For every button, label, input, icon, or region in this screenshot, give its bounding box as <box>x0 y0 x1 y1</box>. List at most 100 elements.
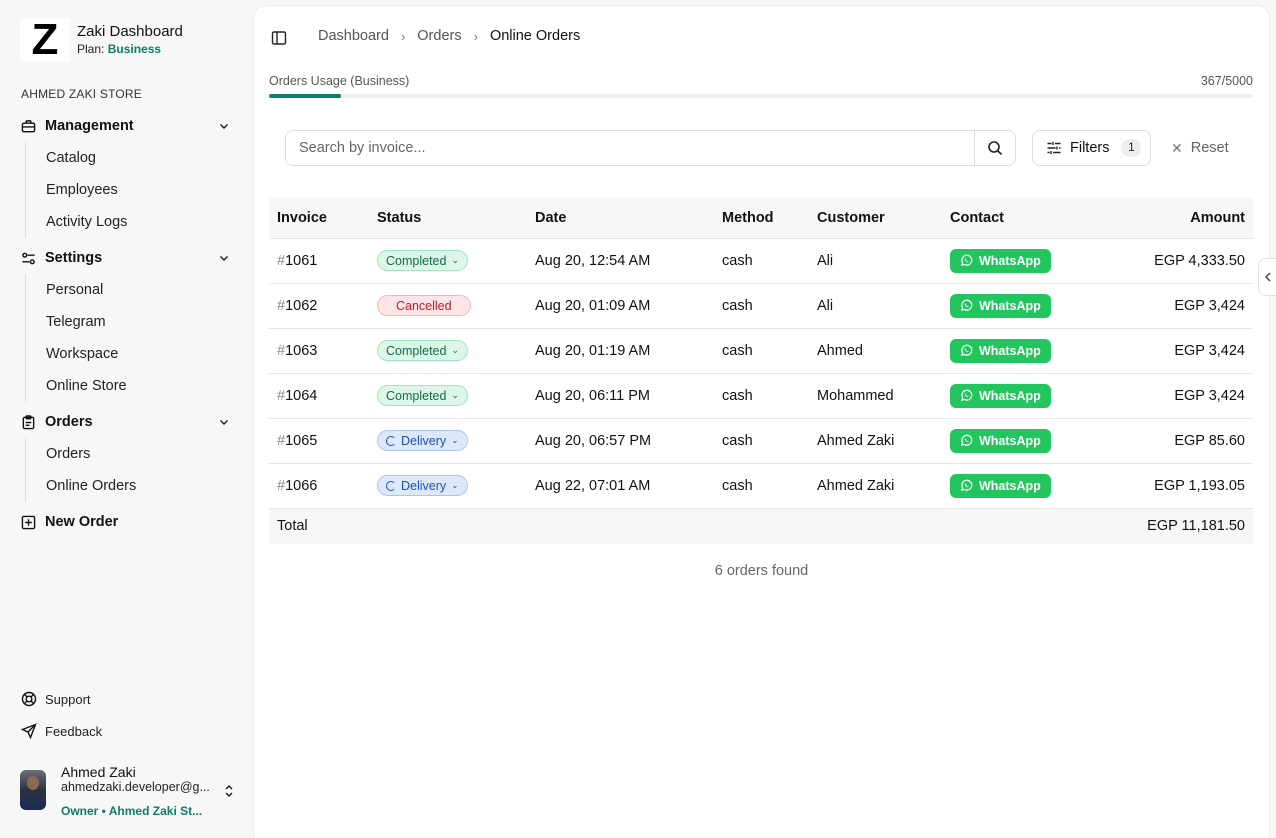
whatsapp-button[interactable]: WhatsApp <box>950 338 1051 363</box>
nav-group-settings: Settings Personal Telegram Workspace Onl… <box>20 246 234 402</box>
user-name: Ahmed Zaki <box>61 764 136 780</box>
invoice-cell[interactable]: #1061 <box>269 238 369 284</box>
chevron-down-icon <box>219 255 229 262</box>
customer-cell: Ali <box>809 238 942 284</box>
table-row[interactable]: #1061 Completed ⌄ Aug 20, 12:54 AM cash A… <box>269 238 1253 284</box>
contact-cell: WhatsApp <box>942 463 1072 509</box>
whatsapp-button[interactable]: WhatsApp <box>950 428 1051 453</box>
brand-switcher[interactable]: Z Zaki Dashboard Plan: Business <box>20 18 183 62</box>
contact-cell: WhatsApp <box>942 283 1072 329</box>
sidebar-item-online-store[interactable]: Online Store <box>46 370 234 402</box>
date-cell: Aug 20, 01:19 AM <box>527 328 714 374</box>
whatsapp-button[interactable]: WhatsApp <box>950 473 1051 498</box>
status-badge[interactable]: Completed ⌄ <box>377 385 468 406</box>
sidebar-item-activity-logs[interactable]: Activity Logs <box>46 206 234 238</box>
invoice-cell[interactable]: #1064 <box>269 373 369 419</box>
sidebar: Z Zaki Dashboard Plan: Business AHMED ZA… <box>0 0 252 838</box>
col-invoice[interactable]: Invoice <box>269 198 369 239</box>
sidebar-item-telegram[interactable]: Telegram <box>46 306 234 338</box>
sidebar-item-catalog[interactable]: Catalog <box>46 142 234 174</box>
col-customer[interactable]: Customer <box>809 198 942 239</box>
reset-button[interactable]: ✕ Reset <box>1171 130 1229 166</box>
whatsapp-label: WhatsApp <box>979 298 1041 313</box>
status-text: Completed <box>386 253 447 268</box>
user-menu[interactable]: Ahmed Zaki ahmedzaki.developer@g... Owne… <box>20 764 240 820</box>
status-badge[interactable]: Delivery ⌄ <box>377 430 468 451</box>
usage-count: 367/5000 <box>1200 74 1253 88</box>
chevron-down-icon: ⌄ <box>451 390 459 400</box>
clipboard-icon <box>20 414 36 430</box>
status-cell: Cancelled <box>369 283 527 329</box>
nav-label-management: Management <box>45 118 134 134</box>
date-cell: Aug 20, 06:57 PM <box>527 418 714 464</box>
table-row[interactable]: #1064 Completed ⌄ Aug 20, 06:11 PM cash M… <box>269 373 1253 419</box>
col-amount[interactable]: Amount <box>1072 198 1253 239</box>
invoice-number: 1062 <box>285 297 318 314</box>
new-order-label: New Order <box>45 514 119 530</box>
search-button[interactable] <box>974 131 1015 165</box>
invoice-cell[interactable]: #1062 <box>269 283 369 329</box>
briefcase-icon <box>20 118 36 134</box>
whatsapp-button[interactable]: WhatsApp <box>950 293 1051 318</box>
status-badge[interactable]: Delivery ⌄ <box>377 475 468 496</box>
sidebar-item-employees[interactable]: Employees <box>46 174 234 206</box>
chevron-down-icon <box>219 419 229 426</box>
col-method[interactable]: Method <box>714 198 809 239</box>
nav-head-orders[interactable]: Orders <box>20 410 234 434</box>
invoice-number: 1064 <box>285 387 318 404</box>
chevrons-up-down-icon <box>225 784 233 798</box>
table-row[interactable]: #1065 Delivery ⌄ Aug 20, 06:57 PM cash Ah… <box>269 418 1253 464</box>
support-link[interactable]: Support <box>21 691 91 707</box>
whatsapp-label: WhatsApp <box>979 478 1041 493</box>
status-badge[interactable]: Completed ⌄ <box>377 340 468 361</box>
whatsapp-button[interactable]: WhatsApp <box>950 383 1051 408</box>
collapse-panel-handle[interactable] <box>1258 258 1276 296</box>
invoice-cell[interactable]: #1065 <box>269 418 369 464</box>
table-header-row: Invoice Status Date Method Customer Cont… <box>269 198 1253 239</box>
whatsapp-icon <box>960 479 973 492</box>
filters-button[interactable]: Filters 1 <box>1032 130 1151 166</box>
sidebar-toggle-icon[interactable] <box>271 30 287 46</box>
status-cell: Delivery ⌄ <box>369 463 527 509</box>
table-row[interactable]: #1062 Cancelled Aug 20, 01:09 AM cash Al… <box>269 283 1253 329</box>
nav-head-management[interactable]: Management <box>20 114 234 138</box>
invoice-cell[interactable]: #1063 <box>269 328 369 374</box>
sidebar-item-orders[interactable]: Orders <box>46 438 234 470</box>
invoice-cell[interactable]: #1066 <box>269 463 369 509</box>
nav-new-order[interactable]: New Order <box>20 510 234 534</box>
date-cell: Aug 20, 01:09 AM <box>527 283 714 329</box>
nav-label-settings: Settings <box>45 250 103 266</box>
status-badge[interactable]: Completed ⌄ <box>377 250 468 271</box>
customer-cell: Ali <box>809 283 942 329</box>
whatsapp-button[interactable]: WhatsApp <box>950 248 1051 273</box>
search-input[interactable] <box>286 131 974 165</box>
table-row[interactable]: #1066 Delivery ⌄ Aug 22, 07:01 AM cash Ah… <box>269 463 1253 509</box>
lifebuoy-icon <box>21 691 37 707</box>
status-cell: Delivery ⌄ <box>369 418 527 464</box>
col-contact[interactable]: Contact <box>942 198 1072 239</box>
filter-sliders-icon <box>1047 142 1061 154</box>
breadcrumb-orders[interactable]: Orders <box>417 28 461 44</box>
customer-cell: Ahmed Zaki <box>809 418 942 464</box>
status-cell: Completed ⌄ <box>369 328 527 374</box>
col-status[interactable]: Status <box>369 198 527 239</box>
nav-head-settings[interactable]: Settings <box>20 246 234 270</box>
col-date[interactable]: Date <box>527 198 714 239</box>
breadcrumb-dashboard[interactable]: Dashboard <box>318 28 389 44</box>
whatsapp-label: WhatsApp <box>979 388 1041 403</box>
usage-label: Orders Usage (Business) <box>269 74 410 88</box>
chevron-down-icon: ⌄ <box>451 435 459 445</box>
sidebar-item-personal[interactable]: Personal <box>46 274 234 306</box>
settings-sliders-icon <box>20 250 36 266</box>
amount-cell: EGP 3,424 <box>1072 373 1253 419</box>
date-cell: Aug 20, 12:54 AM <box>527 238 714 284</box>
amount-cell: EGP 4,333.50 <box>1072 238 1253 284</box>
loading-icon <box>386 480 396 491</box>
sidebar-item-workspace[interactable]: Workspace <box>46 338 234 370</box>
feedback-link[interactable]: Feedback <box>21 723 102 739</box>
table-row[interactable]: #1063 Completed ⌄ Aug 20, 01:19 AM cash A… <box>269 328 1253 374</box>
hash-symbol: # <box>277 387 286 404</box>
sidebar-item-online-orders[interactable]: Online Orders <box>46 470 234 502</box>
method-cell: cash <box>714 373 809 419</box>
avatar <box>20 770 46 810</box>
